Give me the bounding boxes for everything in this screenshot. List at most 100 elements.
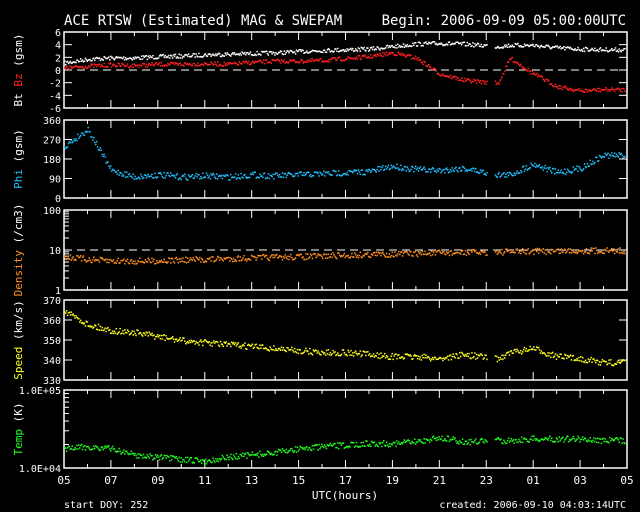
data-point: [593, 247, 595, 250]
data-point: [517, 350, 519, 352]
data-point: [240, 453, 242, 456]
data-point: [429, 441, 431, 443]
data-point: [429, 168, 431, 170]
data-point: [167, 172, 169, 174]
data-point: [554, 353, 557, 355]
data-point: [533, 72, 535, 74]
data-point: [193, 462, 195, 464]
data-point: [461, 438, 464, 440]
data-point: [358, 171, 361, 173]
data-point: [596, 49, 599, 51]
data-point: [180, 258, 182, 260]
data-point: [523, 170, 526, 173]
data-point: [81, 59, 84, 61]
data-point: [211, 461, 213, 463]
data-point: [453, 438, 455, 441]
data-point: [83, 322, 86, 324]
data-point: [380, 352, 382, 354]
data-point: [215, 63, 217, 66]
data-point: [231, 260, 234, 263]
data-point: [358, 352, 361, 355]
data-point: [103, 329, 105, 331]
data-point: [316, 444, 318, 446]
data-point: [307, 253, 309, 256]
data-point: [126, 452, 129, 454]
data-point: [443, 439, 445, 442]
data-point: [388, 51, 391, 54]
data-point: [554, 440, 557, 443]
data-point: [368, 443, 371, 446]
data-point: [354, 445, 357, 447]
data-point: [215, 53, 217, 55]
data-point: [611, 87, 613, 89]
x-tick-label: 13: [245, 474, 258, 487]
data-point: [572, 435, 575, 438]
data-point: [280, 50, 283, 53]
data-point: [503, 46, 505, 48]
data-point: [296, 348, 299, 351]
data-point: [128, 262, 131, 265]
data-point: [385, 51, 388, 53]
data-point: [408, 439, 410, 442]
data-point: [398, 44, 401, 47]
data-point: [306, 445, 308, 448]
data-point: [546, 355, 548, 357]
data-point: [302, 174, 304, 177]
data-point: [198, 259, 200, 261]
data-point: [329, 442, 332, 445]
data-point: [318, 352, 320, 354]
data-point: [494, 174, 497, 176]
data-point: [597, 160, 600, 162]
data-point: [147, 55, 150, 58]
data-point: [517, 249, 519, 252]
data-point: [287, 50, 289, 52]
data-point: [355, 56, 358, 58]
data-point: [398, 354, 400, 356]
x-tick-label: 09: [151, 474, 164, 487]
data-point: [161, 175, 164, 178]
data-point: [611, 250, 614, 252]
data-point: [132, 173, 134, 175]
data-point: [215, 458, 217, 460]
data-point: [382, 164, 384, 167]
data-point: [520, 349, 522, 352]
x-tick-label: 17: [339, 474, 352, 487]
y-axis-label-part: Temp: [12, 429, 25, 456]
data-point: [195, 53, 197, 55]
data-point: [477, 43, 480, 45]
data-point: [158, 62, 161, 64]
data-point: [89, 65, 91, 68]
data-point: [433, 249, 436, 252]
data-point: [373, 251, 376, 254]
data-point: [441, 252, 443, 255]
data-point: [253, 62, 256, 64]
data-point: [210, 342, 212, 344]
data-point: [152, 458, 154, 461]
data-point: [581, 169, 584, 172]
data-point: [442, 359, 444, 362]
data-point: [81, 256, 84, 259]
data-point: [142, 453, 145, 456]
data-point: [469, 79, 471, 82]
data-point: [77, 133, 79, 136]
data-point: [601, 358, 604, 361]
data-point: [576, 438, 578, 440]
data-point: [424, 356, 426, 359]
data-point: [465, 168, 468, 171]
data-point: [443, 251, 445, 253]
data-point: [576, 165, 578, 167]
data-point: [593, 437, 595, 439]
x-tick-label: 01: [527, 474, 540, 487]
data-point: [285, 448, 287, 451]
data-point: [157, 336, 160, 338]
data-point: [119, 262, 121, 264]
y-axis-label-part: Bt: [12, 87, 25, 107]
data-point: [222, 260, 225, 262]
data-point: [244, 173, 246, 176]
data-point: [132, 334, 134, 336]
data-point: [179, 461, 181, 463]
data-point: [607, 362, 609, 365]
data-point: [105, 330, 107, 333]
data-point: [233, 52, 236, 54]
data-point: [374, 169, 377, 172]
